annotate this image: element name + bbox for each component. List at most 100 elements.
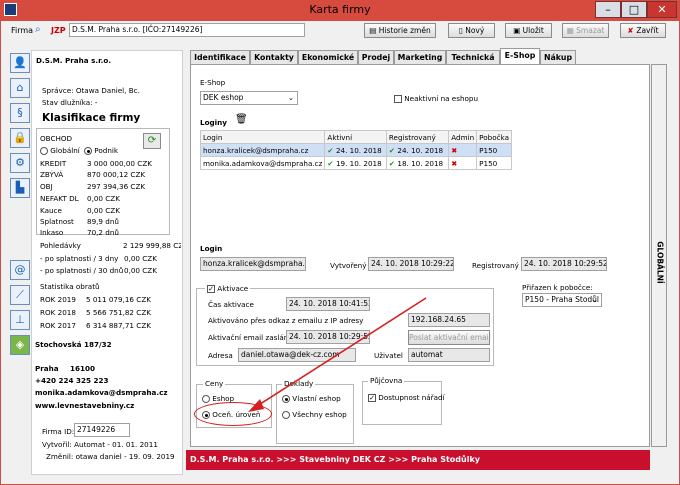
col-aktivni[interactable]: Aktivní: [324, 130, 387, 144]
home-icon[interactable]: ⌂: [10, 78, 30, 98]
check-icon: ✔: [327, 145, 336, 155]
neaktivni-checkbox[interactable]: Neaktivní na eshopu: [394, 94, 478, 103]
neaktivni-box[interactable]: [394, 95, 402, 103]
web-link[interactable]: www.levnestavebniny.cz: [35, 401, 134, 410]
firma-id-field[interactable]: 27149226: [74, 423, 130, 437]
registrovany-field[interactable]: 24. 10. 2018 10:29:52: [521, 257, 607, 271]
admin-cell[interactable]: ✖: [448, 156, 478, 170]
email[interactable]: monika.adamkova@dsmpraha.cz: [35, 388, 168, 397]
prirazen-label: Přiřazen k pobočce:: [522, 283, 593, 292]
col-admin[interactable]: Admin: [448, 130, 478, 144]
col-pobocka[interactable]: Pobočka: [476, 130, 512, 144]
statistika-heading: Statistika obratů: [40, 282, 100, 291]
inkaso-key: Inkaso: [40, 228, 64, 237]
lock-icon[interactable]: 🔒: [10, 128, 30, 148]
cross-icon: ✖: [451, 145, 458, 155]
po-splatnosti-30-value: 0,00 CZK: [124, 266, 157, 275]
pobocka-select-value: P150 - Praha Stodůl: [525, 295, 600, 304]
tab-nakup[interactable]: Nákup: [540, 50, 576, 64]
chart-icon[interactable]: ⟋: [10, 285, 30, 305]
podnik-radio[interactable]: Podnik: [84, 146, 118, 155]
stamp-icon[interactable]: ⊥: [10, 310, 30, 330]
registrovany-cell[interactable]: ✔ 24. 10. 2018: [385, 143, 450, 157]
pobocka-select[interactable]: P150 - Praha Stodůl ⌄: [522, 293, 602, 307]
phone: +420 224 325 223: [35, 376, 109, 385]
pobocka-cell[interactable]: P150: [476, 156, 512, 170]
registrovany-cell[interactable]: ✔ 18. 10. 2018: [385, 156, 450, 170]
stav-dluznika: Stav dlužníka: -: [42, 98, 98, 107]
tab-marketing[interactable]: Marketing: [394, 50, 446, 64]
check-icon: ✔: [327, 158, 336, 168]
firma-id-label: Firma ID:: [42, 427, 75, 436]
minimize-button[interactable]: –: [595, 1, 621, 18]
neaktivni-label: Neaktivní na eshopu: [404, 94, 479, 103]
radio-podnik[interactable]: [84, 147, 92, 155]
close-form-button[interactable]: ✘ Zavřít: [620, 23, 666, 38]
save-button[interactable]: ▣ Uložit: [505, 23, 552, 38]
vytvoreny-field[interactable]: 24. 10. 2018 10:29:22: [368, 257, 454, 271]
aktivni-date: 24. 10. 2018: [335, 145, 382, 155]
chevron-down-icon: ⌄: [591, 295, 598, 304]
tab-prodej[interactable]: Prodej: [358, 50, 394, 64]
firma-field[interactable]: D.S.M. Praha s.r.o. [IČO:27149226]: [69, 23, 305, 37]
login-cell[interactable]: monika.adamkova@dsmpraha.cz: [199, 156, 326, 170]
aktivni-cell[interactable]: ✔ 19. 10. 2018: [324, 156, 387, 170]
tab-identifikace[interactable]: Identifikace: [190, 50, 250, 64]
radio-ceny-eshop[interactable]: [202, 395, 210, 403]
kauce-key: Kauce: [40, 206, 62, 215]
table-row[interactable]: honza.kralicek@dsmpraha.cz ✔ 24. 10. 201…: [199, 143, 512, 157]
ceny-title: Ceny: [203, 379, 226, 388]
search-icon[interactable]: ⌕: [35, 24, 41, 35]
at-icon[interactable]: @: [10, 260, 30, 280]
rok-2018-key: ROK 2018: [40, 308, 76, 317]
historie-button[interactable]: ▤ Historie změn: [364, 23, 436, 38]
maximize-button[interactable]: □: [621, 1, 647, 18]
login-cell[interactable]: honza.kralicek@dsmpraha.cz: [199, 143, 326, 157]
aktivni-cell[interactable]: ✔ 24. 10. 2018: [324, 143, 387, 157]
logins-header-row: Login Aktivní Registrovaný Admin Pobočka: [199, 130, 512, 144]
smazat-label: Smazat: [576, 26, 605, 35]
eshop-select-value: DEK eshop: [203, 93, 244, 102]
tab-eshop[interactable]: E-Shop: [500, 48, 540, 65]
annotation-arrow: [248, 297, 427, 412]
radio-globalni[interactable]: [40, 147, 48, 155]
tab-technicka[interactable]: Technická: [446, 50, 500, 64]
globalni-radio[interactable]: Globální: [40, 146, 80, 155]
col-login[interactable]: Login: [199, 130, 326, 144]
radio-ceny-ocen[interactable]: [202, 411, 210, 419]
col-registrovany[interactable]: Registrovaný: [385, 130, 450, 144]
podnik-label: Podnik: [94, 146, 119, 155]
delete-button[interactable]: ▦ Smazat: [562, 23, 609, 38]
close-x-icon: ✘: [627, 26, 637, 35]
po-splatnosti-30: - po splatnosti / 30 dnů: [40, 266, 124, 275]
pobocka-cell[interactable]: P150: [476, 143, 512, 157]
footer-bar: D.S.M. Praha s.r.o. >>> Stavebniny DEK C…: [186, 450, 650, 470]
login-heading: Login: [200, 244, 223, 253]
tag-icon[interactable]: ◈: [10, 335, 30, 355]
login-field[interactable]: honza.kralicek@dsmpraha.cz: [200, 257, 306, 271]
spravce: Správce: Otawa Daniel, Bc.: [42, 86, 140, 95]
inkaso-value: 70,2 dnů: [87, 228, 119, 237]
save-icon: ▣: [513, 26, 523, 35]
refresh-button[interactable]: ⟳: [143, 133, 161, 149]
ulozit-label: Uložit: [522, 26, 544, 35]
adresa-label: Adresa: [208, 351, 233, 360]
admin-cell[interactable]: ✖: [448, 143, 478, 157]
user-icon[interactable]: 👤: [10, 53, 30, 73]
aktivace-box[interactable]: ✓: [207, 285, 215, 293]
close-button[interactable]: ✕: [647, 1, 677, 18]
tab-kontakty[interactable]: Kontakty: [250, 50, 298, 64]
chevron-down-icon: ⌄: [287, 93, 294, 102]
table-row[interactable]: monika.adamkova@dsmpraha.cz ✔ 19. 10. 20…: [199, 156, 512, 170]
kredit-value: 3 000 000,00 CZK: [87, 159, 152, 168]
loginy-heading: Loginy: [200, 118, 227, 127]
firma-label: Firma: [11, 26, 34, 35]
gear-icon[interactable]: ⚙: [10, 153, 30, 173]
factory-icon[interactable]: ▙: [10, 178, 30, 198]
eshop-select[interactable]: DEK eshop ⌄: [200, 91, 298, 105]
new-button[interactable]: ▯ Nový: [448, 23, 495, 38]
paragraph-icon[interactable]: §: [10, 103, 30, 123]
trash-icon[interactable]: 🗑: [235, 114, 248, 125]
zbyva-value: 870 000,12 CZK: [87, 170, 146, 179]
tab-ekonomicke[interactable]: Ekonomické: [298, 50, 358, 64]
